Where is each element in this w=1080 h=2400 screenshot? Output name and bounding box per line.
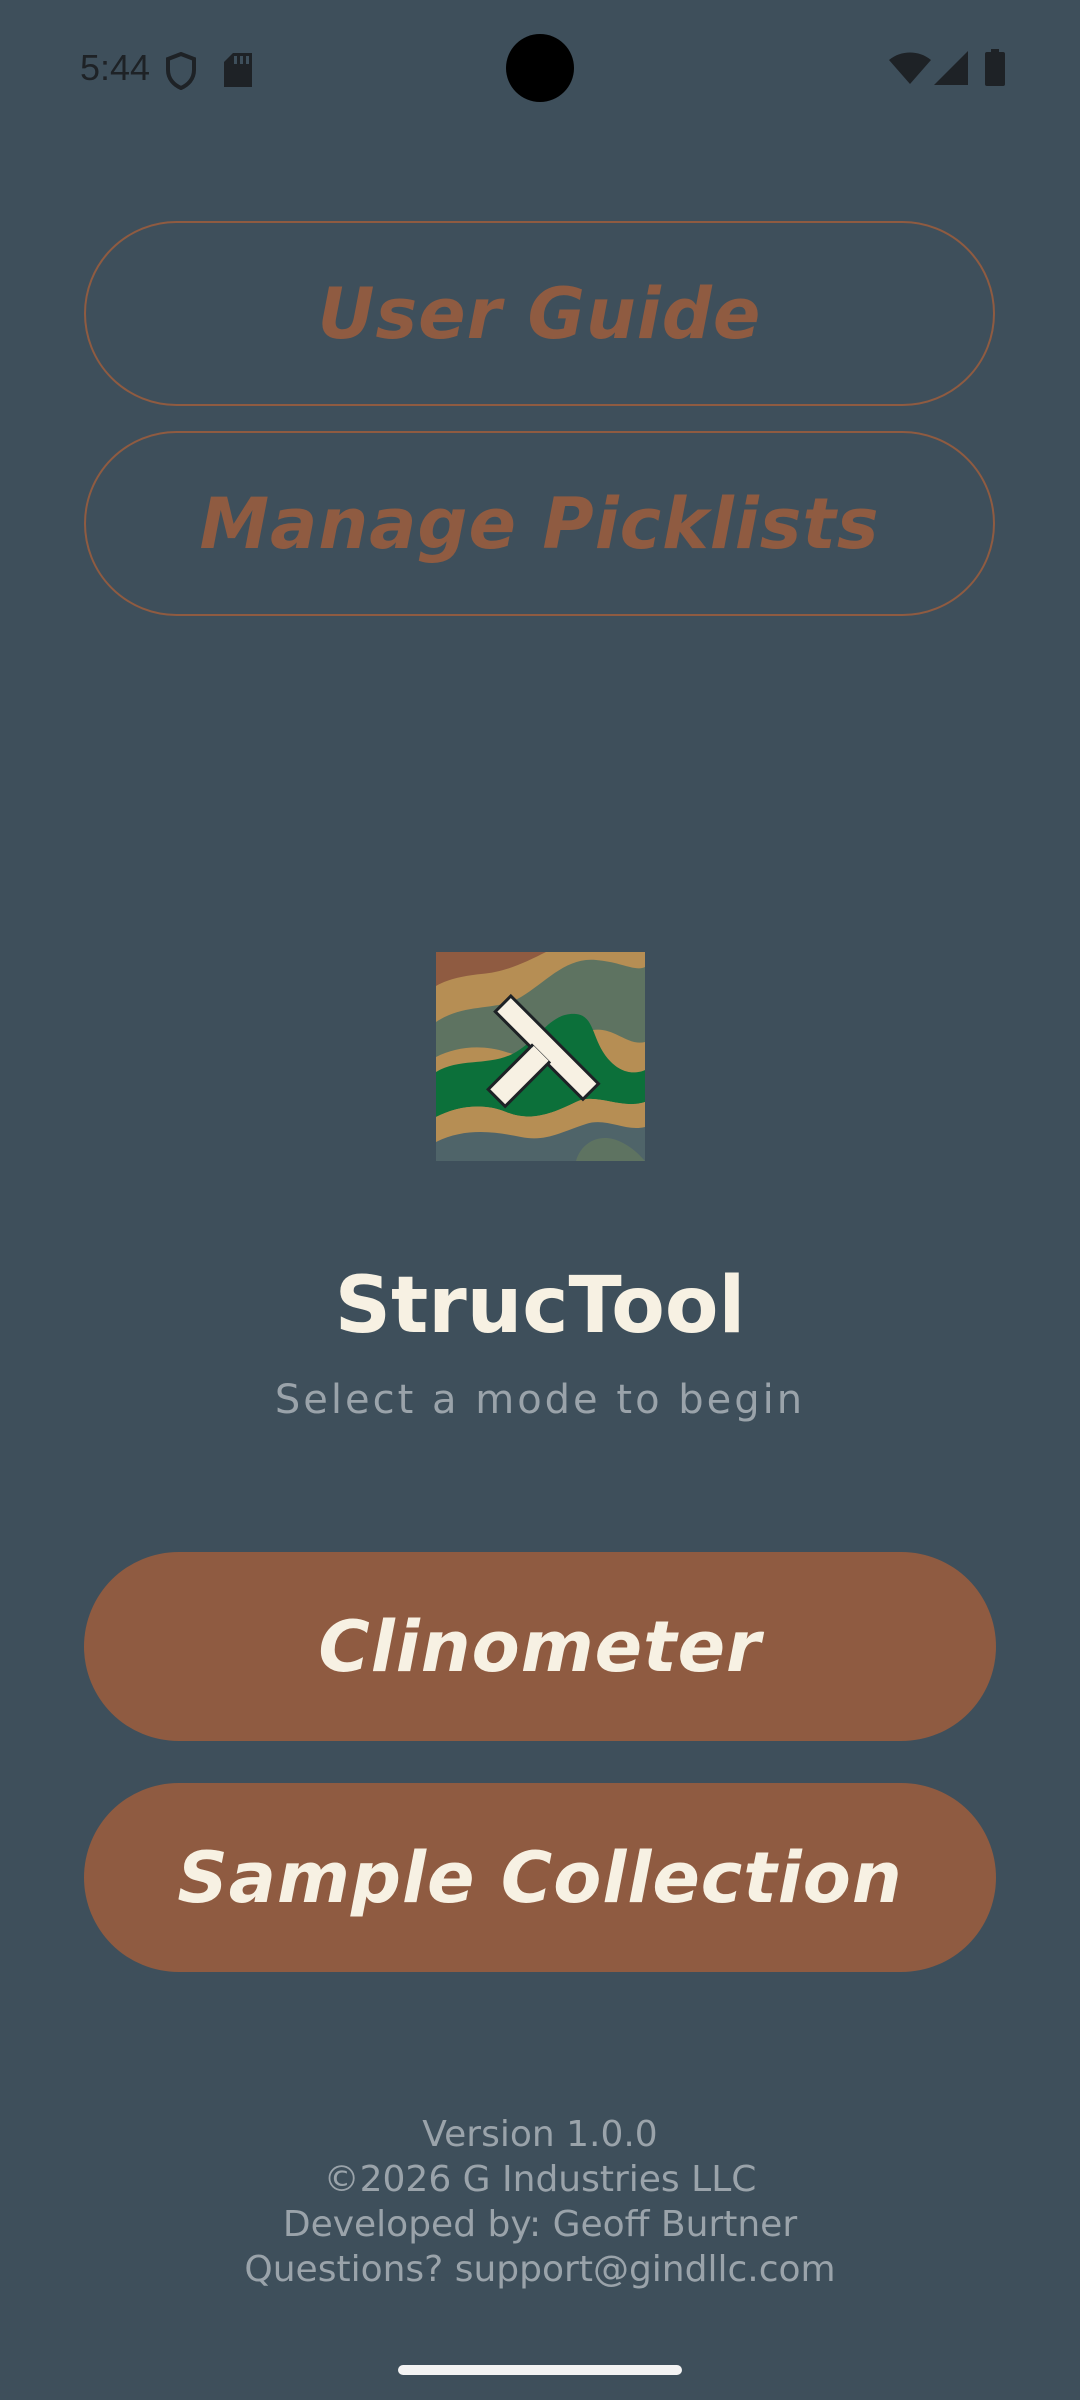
- app-subtitle: Select a mode to begin: [274, 1377, 806, 1423]
- contact-text: Questions? support@gindllc.com: [244, 2249, 836, 2290]
- app-title: StrucTool: [334, 1261, 746, 1351]
- clinometer-label: Clinometer: [318, 1605, 762, 1688]
- sd-card-icon: [224, 53, 252, 87]
- copyright-text: ©2026 G Industries LLC: [323, 2159, 757, 2200]
- battery-icon: [985, 49, 1005, 86]
- clinometer-button[interactable]: Clinometer: [84, 1552, 996, 1741]
- status-time: 5:44: [80, 47, 151, 88]
- manage-picklists-button[interactable]: Manage Picklists: [84, 431, 995, 616]
- sample-collection-button[interactable]: Sample Collection: [84, 1783, 996, 1972]
- developer-text: Developed by: Geoff Burtner: [282, 2204, 798, 2245]
- footer: Version 1.0.0 ©2026 G Industries LLC Dev…: [0, 2112, 1080, 2292]
- camera-cutout: [506, 34, 574, 102]
- user-guide-label: User Guide: [317, 272, 762, 355]
- app-logo-icon: [436, 952, 645, 1161]
- wifi-icon: [889, 52, 931, 84]
- version-text: Version 1.0.0: [422, 2114, 658, 2155]
- status-bar: 5:44: [0, 0, 1080, 136]
- home-indicator[interactable]: [398, 2365, 682, 2375]
- sample-collection-label: Sample Collection: [177, 1836, 903, 1919]
- cellular-signal-icon: [934, 51, 968, 85]
- manage-picklists-label: Manage Picklists: [199, 482, 880, 565]
- shield-icon: [166, 52, 196, 90]
- user-guide-button[interactable]: User Guide: [84, 221, 995, 406]
